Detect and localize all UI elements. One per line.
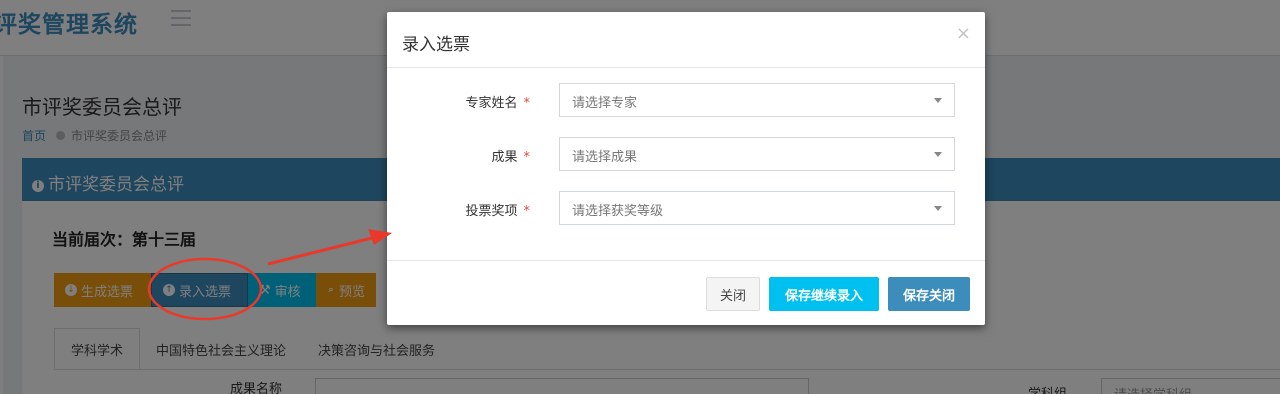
chevron-down-icon [934, 206, 942, 211]
modal-header: 录入选票 × [387, 12, 985, 68]
modal-title: 录入选票 [402, 35, 470, 55]
required-mark: * [523, 150, 531, 165]
expert-select-placeholder: 请选择专家 [572, 96, 638, 111]
save-continue-button[interactable]: 保存继续录入 [769, 277, 879, 311]
chevron-down-icon [934, 152, 942, 157]
close-button[interactable]: 关闭 [706, 277, 760, 311]
award-select-placeholder: 请选择获奖等级 [572, 204, 664, 219]
enter-ballot-modal: 录入选票 × 专家姓名 * 请选择专家 成果 * 请选择成果 投票奖项 * 请选择获奖… [387, 12, 985, 325]
expert-label-text: 专家姓名 [465, 96, 518, 111]
required-mark: * [523, 204, 531, 219]
close-icon[interactable]: × [956, 23, 971, 44]
expert-label: 专家姓名 * [465, 92, 530, 111]
award-label-text: 投票奖项 [465, 204, 518, 219]
expert-select[interactable]: 请选择专家 [559, 83, 955, 117]
form-row-award: 投票奖项 * 请选择获奖等级 [387, 191, 985, 225]
achievement-label-text: 成果 [491, 150, 518, 165]
achievement-label: 成果 * [491, 146, 530, 165]
form-row-expert: 专家姓名 * 请选择专家 [387, 83, 985, 117]
modal-footer: 关闭 保存继续录入 保存关闭 [387, 260, 985, 325]
achievement-select[interactable]: 请选择成果 [559, 137, 955, 171]
chevron-down-icon [934, 98, 942, 103]
achievement-select-placeholder: 请选择成果 [572, 150, 638, 165]
award-label: 投票奖项 * [465, 200, 530, 219]
save-close-button[interactable]: 保存关闭 [888, 277, 970, 311]
required-mark: * [523, 96, 531, 111]
award-select[interactable]: 请选择获奖等级 [559, 191, 955, 225]
form-row-achievement: 成果 * 请选择成果 [387, 137, 985, 171]
